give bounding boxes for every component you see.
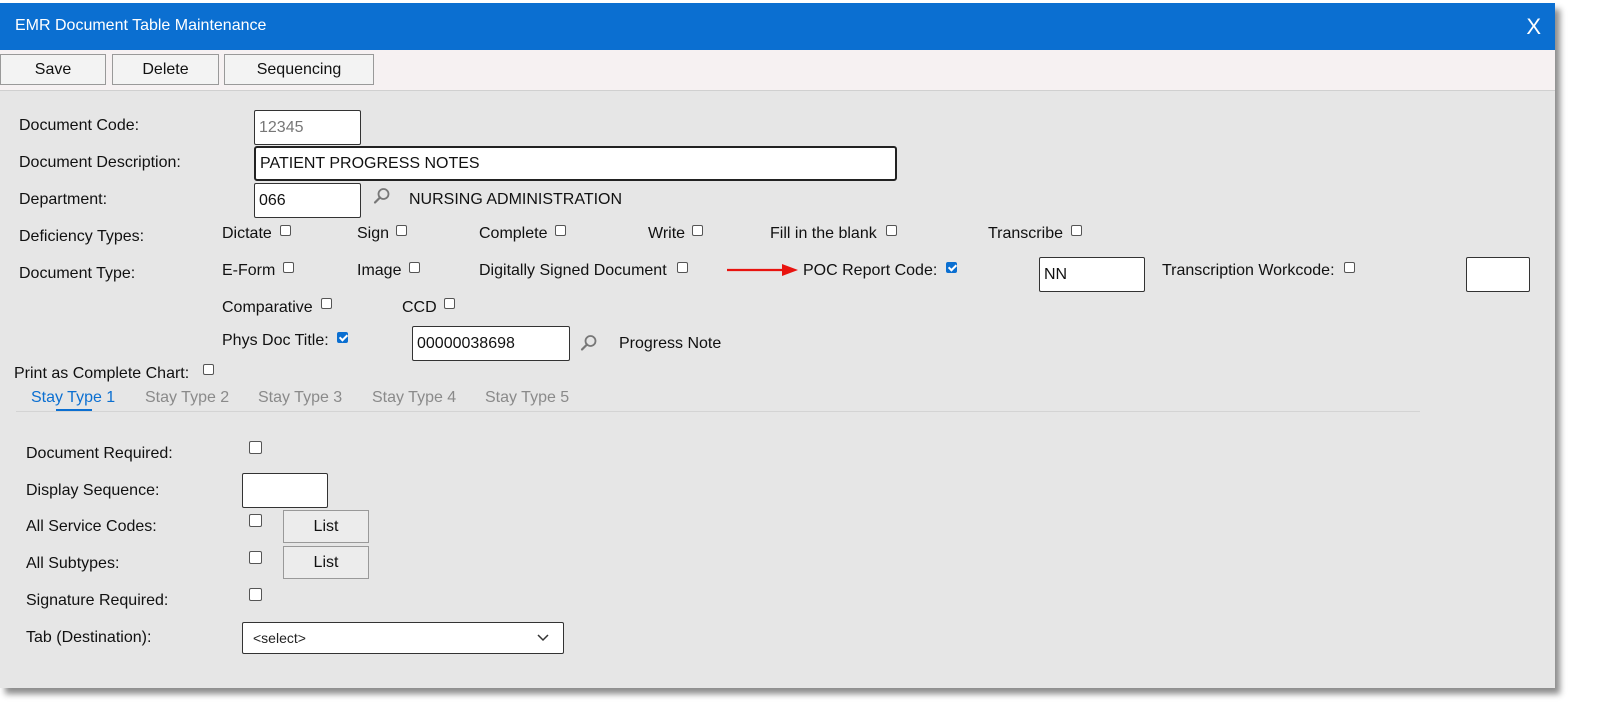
deficiency-types-label: Deficiency Types: [19, 228, 145, 245]
deficiency-fill-in-blank-label: Fill in the blank [770, 225, 877, 242]
doctype-ccd-label: CCD [402, 299, 437, 316]
document-required-label: Document Required: [26, 445, 173, 462]
deficiency-fill-in-blank-checkbox[interactable] [886, 225, 897, 236]
display-sequence-label: Display Sequence: [26, 482, 160, 499]
annotation-arrow-icon [727, 264, 798, 276]
deficiency-write-label: Write [648, 225, 686, 242]
all-service-codes-checkbox[interactable] [249, 514, 262, 527]
print-complete-chart-checkbox[interactable] [203, 364, 214, 375]
doctype-image-label: Image [357, 262, 402, 279]
doctype-eform-label: E-Form [222, 262, 276, 279]
deficiency-dictate-label: Dictate [222, 225, 272, 242]
close-button[interactable]: X [1526, 14, 1541, 40]
deficiency-sign-checkbox[interactable] [396, 225, 407, 236]
window-title: EMR Document Table Maintenance [15, 17, 267, 34]
doctype-comparative-checkbox[interactable] [321, 298, 332, 309]
all-subtypes-label: All Subtypes: [26, 555, 120, 572]
doctype-ccd-checkbox[interactable] [444, 298, 455, 309]
document-description-input[interactable]: PATIENT PROGRESS NOTES [254, 146, 897, 181]
doctype-digitally-signed-checkbox[interactable] [677, 262, 688, 273]
doctype-image-checkbox[interactable] [409, 262, 420, 273]
signature-required-label: Signature Required: [26, 592, 169, 609]
phys-doc-title-checkbox[interactable] [337, 332, 348, 343]
transcription-workcode-checkbox[interactable] [1344, 262, 1355, 273]
phys-doc-title-label: Phys Doc Title: [222, 332, 329, 349]
deficiency-complete-label: Complete [479, 225, 548, 242]
tab-stay-type-5[interactable]: Stay Type 5 [485, 389, 569, 407]
tab-destination-value: <select> [253, 630, 306, 646]
poc-report-code-label: POC Report Code: [803, 262, 938, 279]
display-sequence-input[interactable] [242, 473, 328, 508]
tab-destination-label: Tab (Destination): [26, 629, 152, 646]
deficiency-transcribe-checkbox[interactable] [1071, 225, 1082, 236]
signature-required-checkbox[interactable] [249, 588, 262, 601]
doctype-eform-checkbox[interactable] [283, 262, 294, 273]
all-service-codes-label: All Service Codes: [26, 518, 157, 535]
phys-doc-title-search-icon[interactable] [580, 334, 598, 352]
subtypes-list-button[interactable]: List [283, 546, 369, 579]
document-type-label: Document Type: [19, 265, 136, 282]
service-codes-list-button[interactable]: List [283, 510, 369, 543]
phys-doc-title-input[interactable]: 00000038698 [412, 326, 570, 361]
deficiency-complete-checkbox[interactable] [555, 225, 566, 236]
chevron-down-icon [537, 634, 549, 642]
poc-report-code-checkbox[interactable] [946, 262, 957, 273]
delete-button[interactable]: Delete [112, 54, 219, 85]
save-button[interactable]: Save [0, 54, 106, 85]
document-required-checkbox[interactable] [249, 441, 262, 454]
doctype-digitally-signed-label: Digitally Signed Document [479, 262, 667, 279]
department-label: Department: [19, 191, 108, 208]
department-name: NURSING ADMINISTRATION [409, 191, 623, 208]
document-description-label: Document Description: [19, 154, 181, 171]
department-search-icon[interactable] [373, 187, 391, 205]
phys-doc-title-name: Progress Note [619, 335, 722, 352]
tab-stay-type-4[interactable]: Stay Type 4 [372, 389, 456, 407]
deficiency-transcribe-label: Transcribe [988, 225, 1063, 242]
doctype-comparative-label: Comparative [222, 299, 313, 316]
document-code-input[interactable]: 12345 [254, 110, 361, 145]
print-complete-chart-label: Print as Complete Chart: [14, 365, 190, 382]
deficiency-dictate-checkbox[interactable] [280, 225, 291, 236]
tab-stay-type-1[interactable]: Stay Type 1 [31, 389, 115, 407]
poc-report-code-input[interactable]: NN [1039, 257, 1145, 292]
tab-divider [16, 411, 1420, 412]
department-input[interactable]: 066 [254, 183, 361, 218]
tab-stay-type-2[interactable]: Stay Type 2 [145, 389, 229, 407]
tab-destination-select[interactable]: <select> [242, 622, 564, 654]
emr-document-window: EMR Document Table Maintenance X Save De… [0, 3, 1555, 688]
transcription-workcode-input[interactable] [1466, 257, 1530, 292]
all-subtypes-checkbox[interactable] [249, 551, 262, 564]
deficiency-sign-label: Sign [357, 225, 390, 242]
sequencing-button[interactable]: Sequencing [224, 54, 374, 85]
title-bar: EMR Document Table Maintenance X [0, 3, 1555, 50]
tab-stay-type-3[interactable]: Stay Type 3 [258, 389, 342, 407]
deficiency-write-checkbox[interactable] [692, 225, 703, 236]
toolbar: Save Delete Sequencing [0, 50, 1555, 91]
document-code-label: Document Code: [19, 117, 140, 134]
transcription-workcode-label: Transcription Workcode: [1162, 262, 1335, 279]
